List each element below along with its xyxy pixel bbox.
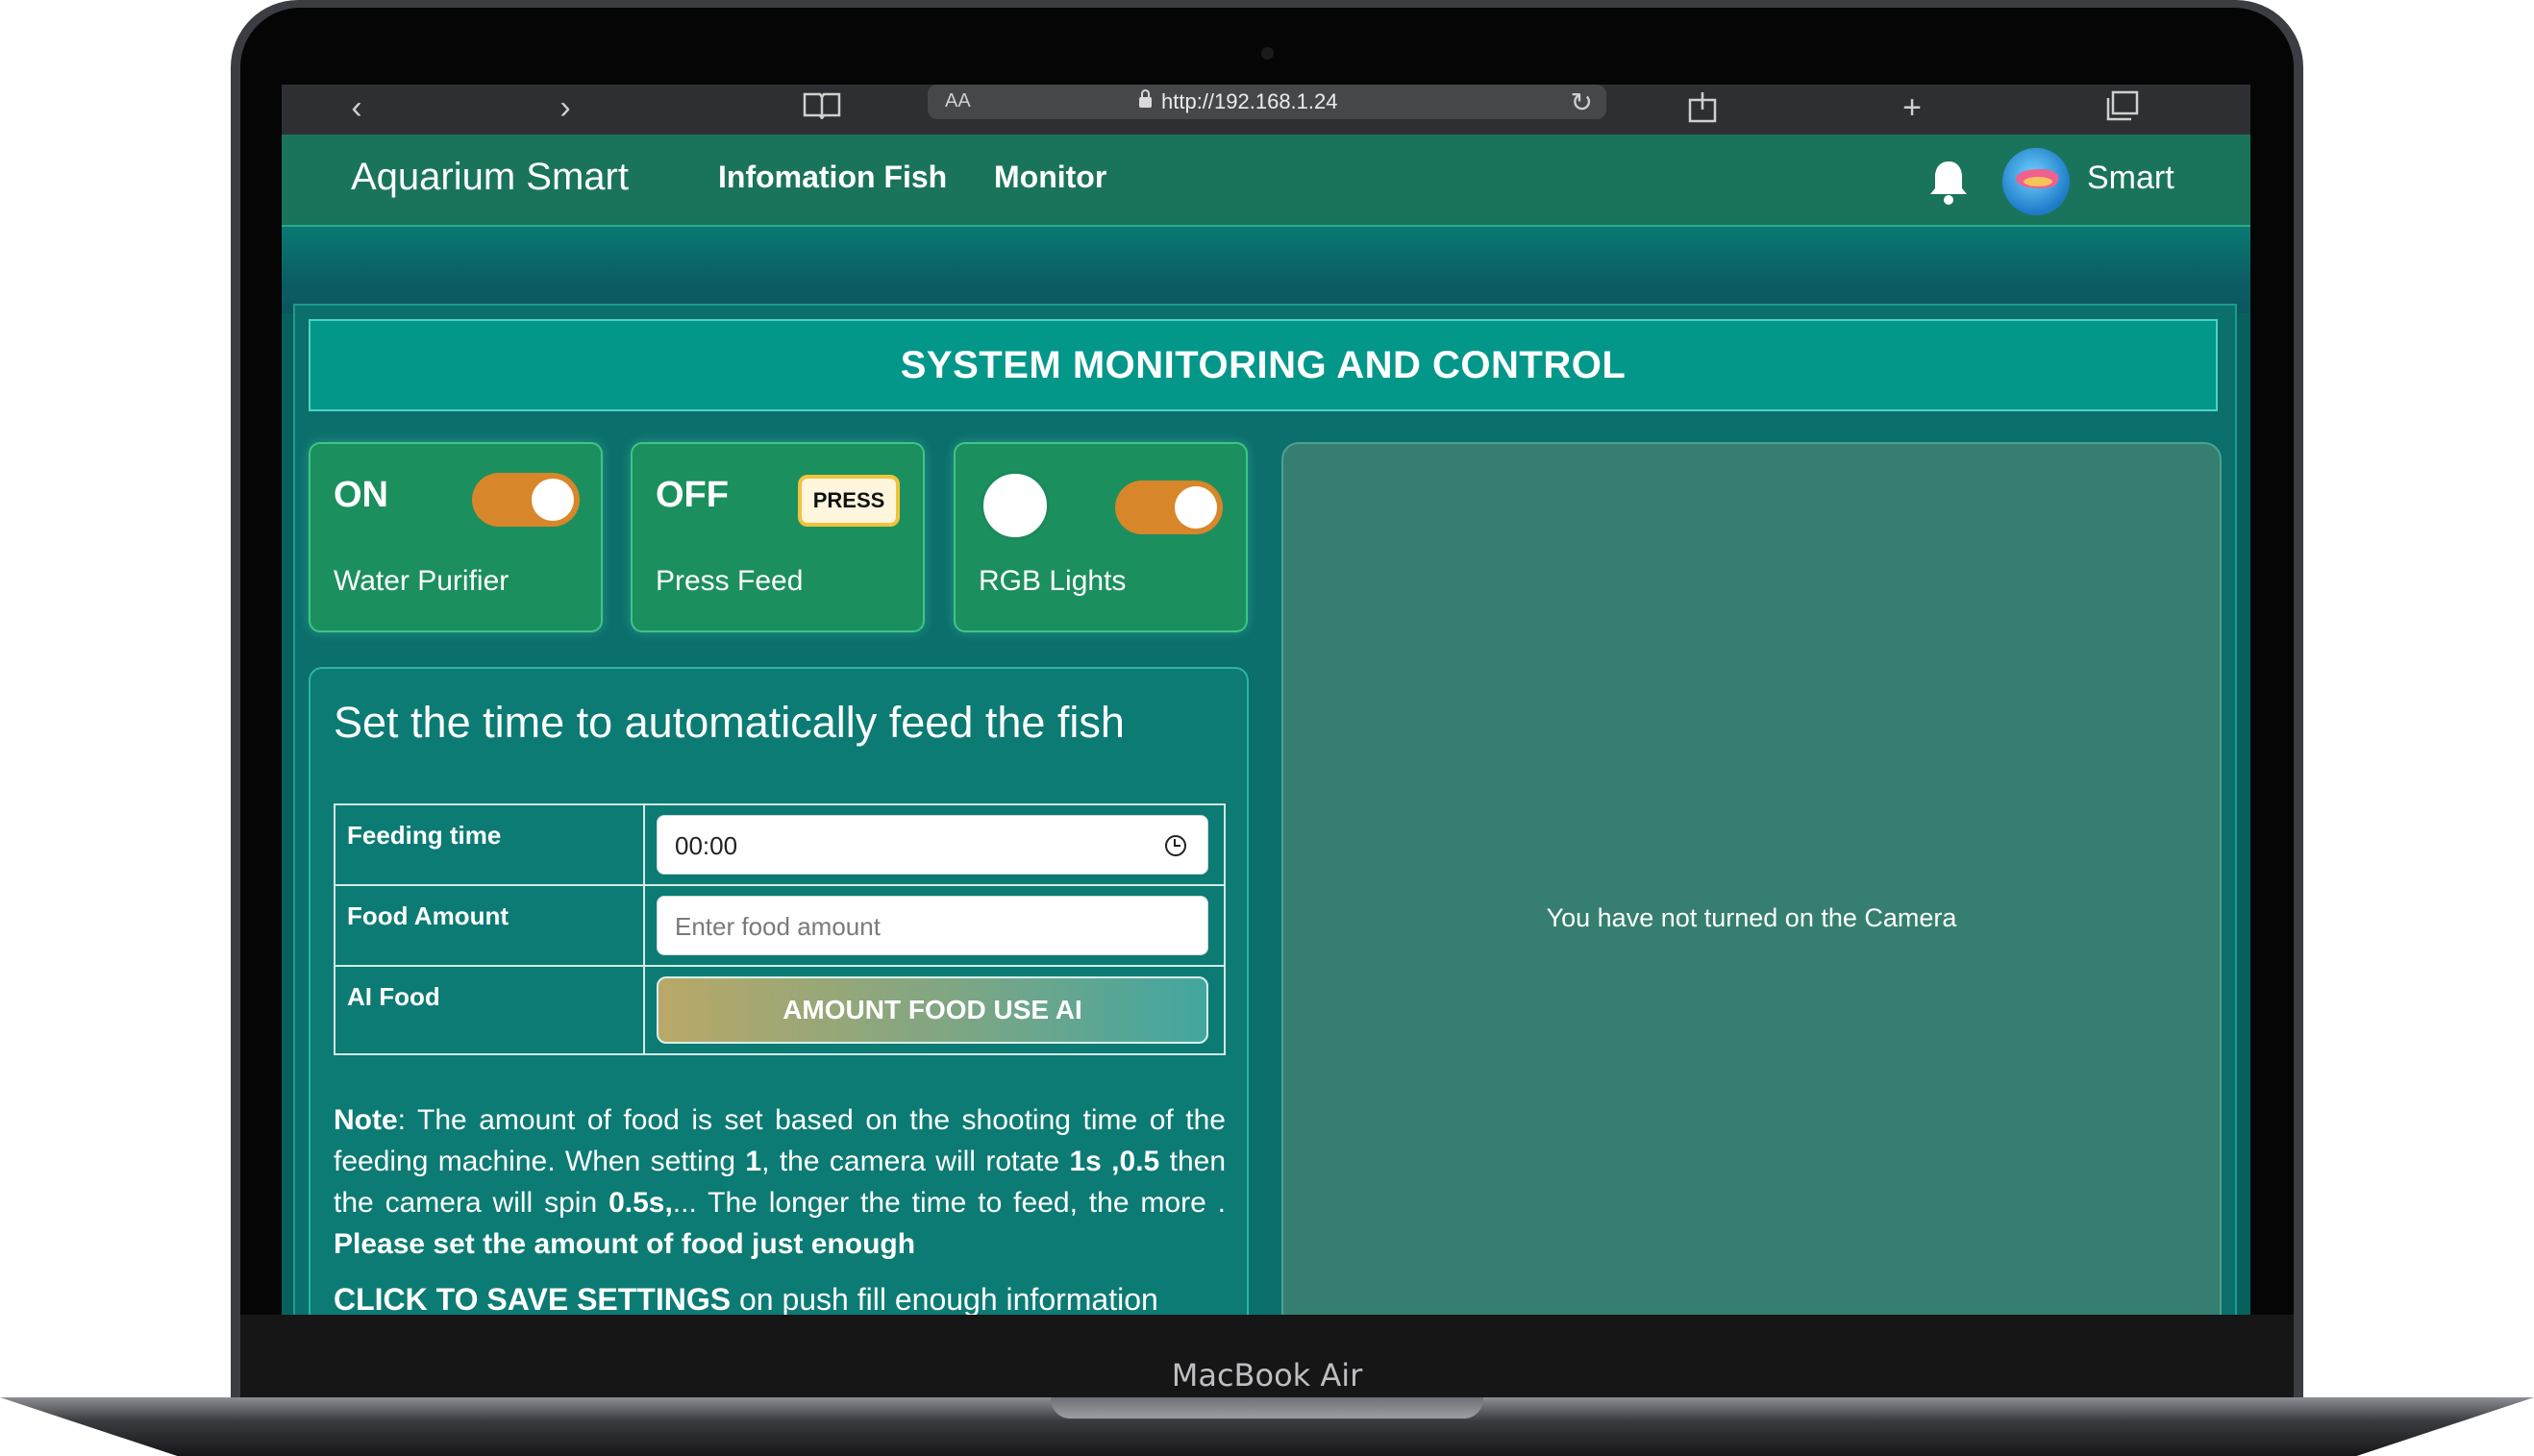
feeding-note: Note: The amount of food is set based on… [334, 1104, 1227, 1260]
water-purifier-card: ON Water Purifier [309, 442, 603, 632]
camera-status-message: You have not turned on the Camera [1546, 903, 1957, 932]
table-row: Food Amount Enter food amount [334, 884, 1226, 967]
water-purifier-toggle[interactable] [472, 473, 580, 527]
text-size-button[interactable]: AA [945, 90, 971, 112]
rgb-lights-label: RGB Lights [979, 565, 1127, 597]
water-purifier-state: ON [334, 475, 388, 515]
table-row: AI Food AMOUNT FOOD USE AI [334, 965, 1226, 1055]
ai-food-label: AI Food [334, 965, 645, 1055]
nav-link-information-fish[interactable]: Infomation Fish [718, 160, 947, 195]
save-settings-hint: CLICK TO SAVE SETTINGS on push fill enou… [334, 1282, 1158, 1315]
feeding-time-label: Feeding time [334, 803, 645, 886]
username[interactable]: Smart [2087, 160, 2174, 197]
bookmarks-icon[interactable] [801, 90, 843, 125]
press-feed-label: Press Feed [656, 565, 804, 597]
water-purifier-label: Water Purifier [334, 565, 509, 597]
food-amount-label: Food Amount [334, 884, 645, 967]
lock-icon [1139, 89, 1152, 108]
share-icon[interactable] [1683, 90, 1722, 125]
camera-panel: You have not turned on the Camera [1281, 442, 2222, 1315]
rgb-color-indicator[interactable] [981, 471, 1050, 540]
forward-icon[interactable]: › [546, 90, 584, 125]
browser-toolbar: ‹ › AA http://192.168.1.24 ↻ + [282, 85, 2250, 135]
device-label: MacBook Air [1171, 1357, 1363, 1394]
new-tab-icon[interactable]: + [1893, 90, 1931, 125]
header-shadow [282, 227, 2250, 313]
feed-schedule-panel: Set the time to automatically feed the f… [309, 667, 1249, 1315]
webcam [1261, 47, 1274, 60]
back-icon[interactable]: ‹ [337, 90, 376, 125]
address-bar[interactable]: AA http://192.168.1.24 ↻ [928, 85, 1606, 119]
feeding-time-input[interactable]: 00:00 [657, 815, 1208, 875]
ai-food-amount-button[interactable]: AMOUNT FOOD USE AI [657, 976, 1208, 1044]
table-row: Feeding time 00:00 [334, 803, 1226, 886]
app-brand[interactable]: Aquarium Smart [351, 156, 629, 199]
rgb-lights-toggle[interactable] [1115, 481, 1223, 534]
feed-settings-table: Feeding time 00:00 Food Amount Enter foo… [334, 803, 1226, 1055]
food-amount-input[interactable]: Enter food amount [657, 896, 1208, 955]
feed-schedule-title: Set the time to automatically feed the f… [334, 698, 1125, 747]
press-feed-card: OFF PRESS Press Feed [631, 442, 925, 632]
screen: ‹ › AA http://192.168.1.24 ↻ + Aquarium … [282, 85, 2250, 1315]
laptop-notch [1051, 1397, 1483, 1419]
nav-link-monitor[interactable]: Monitor [994, 160, 1106, 195]
avatar[interactable] [2002, 148, 2070, 215]
app-navbar: Aquarium Smart Infomation Fish Monitor S… [282, 135, 2250, 227]
clock-icon[interactable] [1165, 835, 1186, 856]
bell-icon[interactable] [1927, 158, 1970, 206]
press-feed-state: OFF [656, 475, 729, 515]
press-feed-button[interactable]: PRESS [798, 475, 900, 527]
page-title: SYSTEM MONITORING AND CONTROL [309, 319, 2218, 411]
reload-icon[interactable]: ↻ [1571, 86, 1593, 118]
url-text: http://192.168.1.24 [1139, 89, 1338, 114]
tabs-icon[interactable] [2102, 90, 2141, 125]
rgb-lights-card: RGB Lights [954, 442, 1248, 632]
